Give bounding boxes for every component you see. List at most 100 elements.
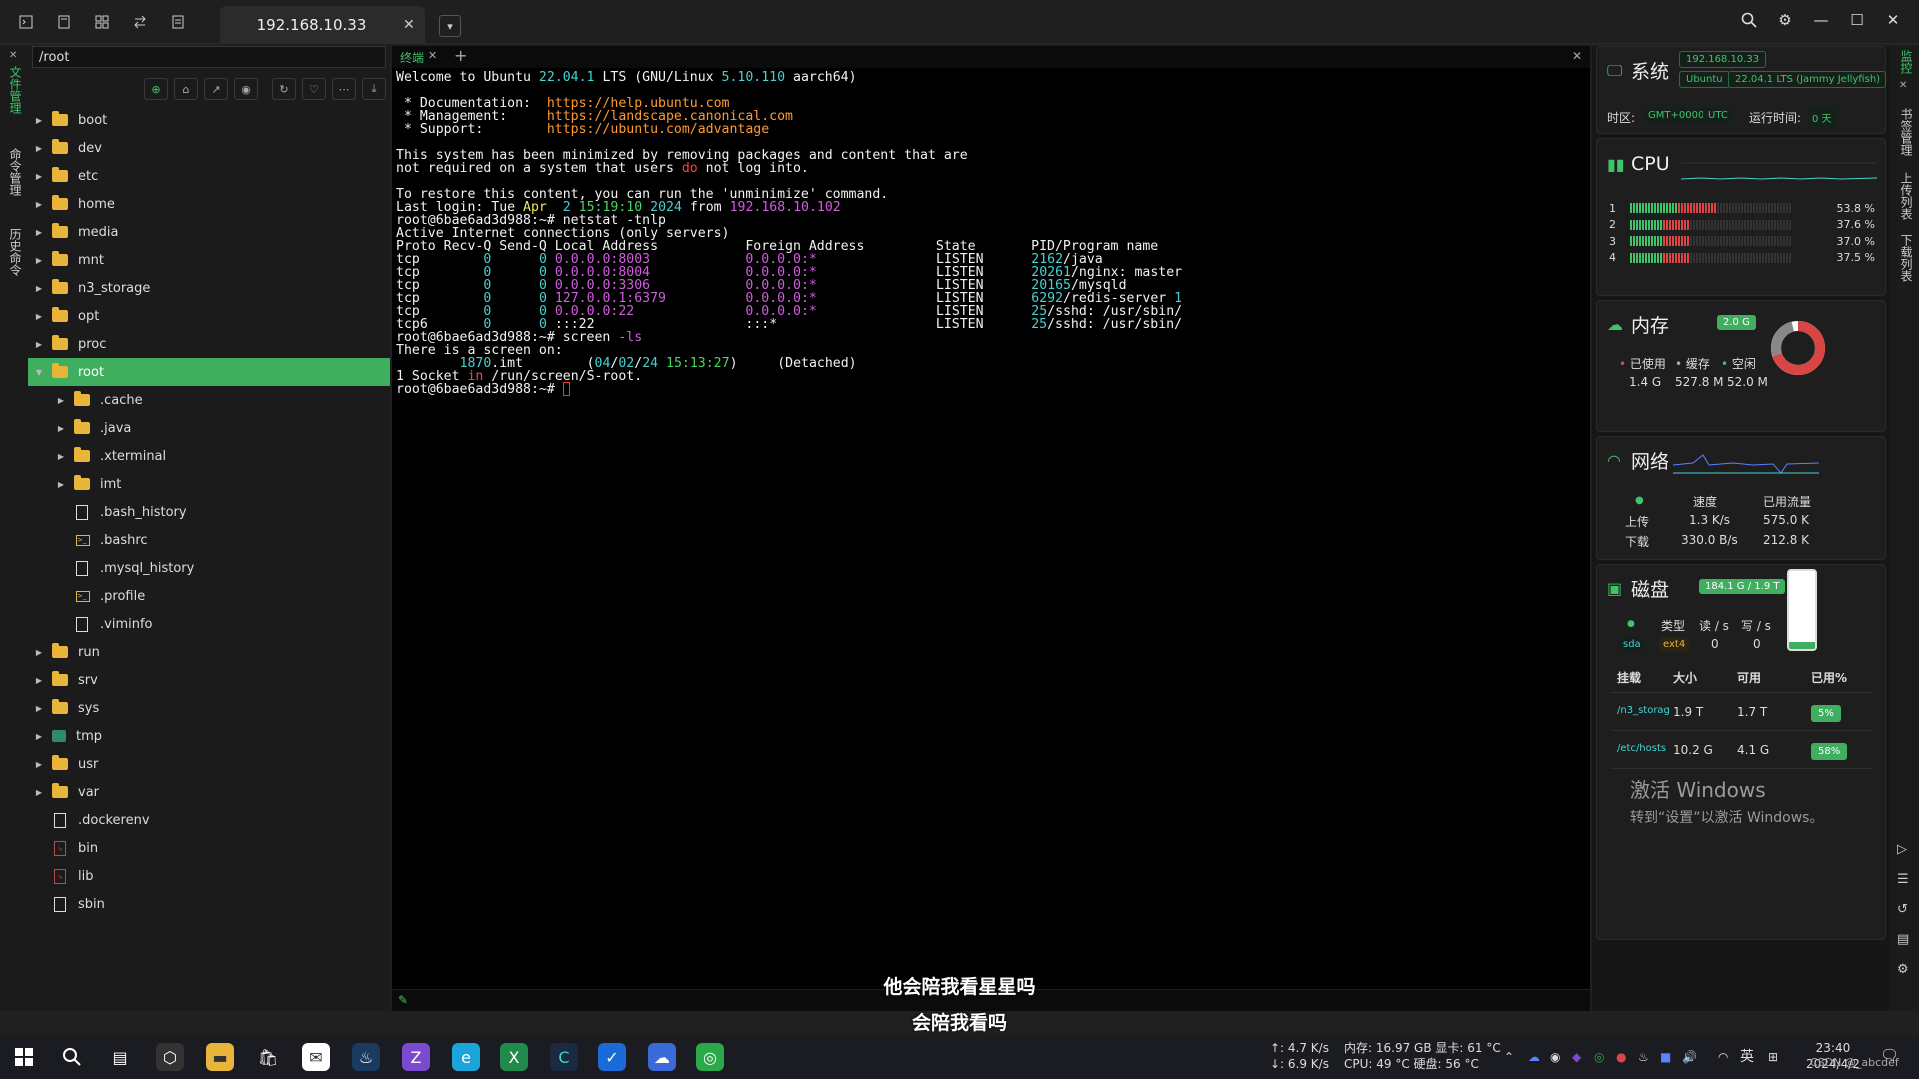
terminal-tab[interactable]: 终端 <box>400 49 424 66</box>
tree-item[interactable]: ▶ etc <box>28 162 390 190</box>
tree-item[interactable]: sbin <box>28 890 390 918</box>
tray-expand-icon[interactable]: ⌃ <box>1504 1049 1514 1065</box>
tab-history-commands[interactable]: 历史命令 <box>7 228 24 276</box>
tree-item[interactable]: ▶ srv <box>28 666 390 694</box>
terminal-icon[interactable] <box>18 14 34 30</box>
tray-z-icon[interactable]: ◆ <box>1572 1049 1581 1065</box>
tab-file-manager[interactable]: 文件管理 <box>7 66 24 114</box>
refresh-icon[interactable]: ↻ <box>272 78 296 100</box>
steam-icon[interactable]: ♨ <box>352 1043 380 1071</box>
mail-icon[interactable]: ✉ <box>302 1043 330 1071</box>
list-icon[interactable]: ☰ <box>1897 872 1909 887</box>
caret-down-icon[interactable]: ▼ <box>34 368 44 377</box>
tree-item[interactable]: ▶ usr <box>28 750 390 778</box>
grid-icon[interactable] <box>94 14 110 30</box>
session-tab[interactable]: 192.168.10.33 ✕ <box>220 6 425 44</box>
mount-path[interactable]: /n3_storage <box>1611 705 1673 719</box>
search-icon[interactable] <box>1741 12 1757 28</box>
tray-steam-icon[interactable]: ♨ <box>1638 1049 1649 1065</box>
tab-download-list[interactable]: 下载列表 <box>1898 234 1915 282</box>
store-icon[interactable]: 🛍 <box>254 1043 282 1071</box>
caret-right-icon[interactable]: ▶ <box>34 172 44 181</box>
caret-right-icon[interactable]: ▶ <box>34 256 44 265</box>
tree-item[interactable]: >_ .profile <box>28 582 390 610</box>
caret-right-icon[interactable]: ▶ <box>56 424 66 433</box>
history-icon[interactable]: ↺ <box>1897 902 1908 917</box>
transfer-icon[interactable] <box>132 14 148 30</box>
caret-right-icon[interactable]: ▶ <box>34 144 44 153</box>
close-icon[interactable]: ✕ <box>403 17 425 33</box>
file-icon[interactable] <box>56 14 72 30</box>
terminal-icon[interactable]: ▷ <box>1897 842 1907 857</box>
z-app-icon[interactable]: Z <box>402 1043 430 1071</box>
input-language[interactable]: 英 <box>1740 1049 1754 1065</box>
caret-right-icon[interactable]: ▶ <box>34 648 44 657</box>
excel-icon[interactable]: X <box>500 1043 528 1071</box>
tray-app-icon[interactable]: ◉ <box>1550 1049 1560 1065</box>
tree-item[interactable]: ▶ n3_storage <box>28 274 390 302</box>
close-window-icon[interactable]: ✕ <box>1885 11 1901 29</box>
home-icon[interactable]: ⌂ <box>174 78 198 100</box>
chevron-down-icon[interactable]: ▾ <box>439 15 461 37</box>
tree-item[interactable]: .viminfo <box>28 610 390 638</box>
list-icon[interactable] <box>170 14 186 30</box>
locate-icon[interactable]: ⊕ <box>144 78 168 100</box>
tree-item[interactable]: ▶ .xterminal <box>28 442 390 470</box>
tree-item[interactable]: ▶ home <box>28 190 390 218</box>
add-tab-icon[interactable]: + <box>454 46 467 65</box>
tree-item[interactable]: ▶ tmp <box>28 722 390 750</box>
tree-item[interactable]: .dockerenv <box>28 806 390 834</box>
tree-item[interactable]: >_ .bashrc <box>28 526 390 554</box>
path-input[interactable] <box>32 46 386 68</box>
caret-right-icon[interactable]: ▶ <box>34 284 44 293</box>
tree-item[interactable]: ▶ var <box>28 778 390 806</box>
upload-icon[interactable]: ⤓ <box>362 78 386 100</box>
caret-right-icon[interactable]: ▶ <box>34 704 44 713</box>
caret-right-icon[interactable]: ▶ <box>34 312 44 321</box>
tab-command-manager[interactable]: 命令管理 <box>7 148 24 196</box>
caret-right-icon[interactable]: ▶ <box>34 788 44 797</box>
search-icon[interactable] <box>58 1043 86 1071</box>
tray-wechat-icon[interactable]: ◎ <box>1594 1049 1604 1065</box>
caret-right-icon[interactable]: ▶ <box>34 228 44 237</box>
wifi-icon[interactable]: ◠ <box>1718 1049 1728 1065</box>
close-icon[interactable]: ✕ <box>428 49 437 62</box>
tree-item[interactable]: ⤷ lib <box>28 862 390 890</box>
tray-red-icon[interactable]: ● <box>1616 1049 1626 1065</box>
tree-item[interactable]: ▶ media <box>28 218 390 246</box>
task-view-icon[interactable]: ▤ <box>106 1043 134 1071</box>
edge-icon[interactable]: e <box>452 1043 480 1071</box>
tree-item[interactable]: ▼ root <box>28 358 390 386</box>
tree-item[interactable]: ▶ mnt <box>28 246 390 274</box>
close-panel-icon[interactable]: ✕ <box>9 50 17 61</box>
caret-right-icon[interactable]: ▶ <box>56 396 66 405</box>
tree-item[interactable]: ▶ boot <box>28 106 390 134</box>
caret-right-icon[interactable]: ▶ <box>34 676 44 685</box>
tree-item[interactable]: .mysql_history <box>28 554 390 582</box>
tree-item[interactable]: ▶ imt <box>28 470 390 498</box>
tab-bookmarks[interactable]: 书签管理 <box>1898 108 1915 156</box>
wechat-icon[interactable]: ◎ <box>696 1043 724 1071</box>
up-icon[interactable]: ↗ <box>204 78 228 100</box>
caret-right-icon[interactable]: ▶ <box>34 200 44 209</box>
tree-item[interactable]: ▶ proc <box>28 330 390 358</box>
remote-icon[interactable]: ☁ <box>648 1043 676 1071</box>
c-app-icon[interactable]: C <box>550 1043 578 1071</box>
gear-icon[interactable]: ⚙ <box>1777 11 1793 29</box>
tree-item[interactable]: ▶ opt <box>28 302 390 330</box>
tree-item[interactable]: ⤷ bin <box>28 834 390 862</box>
terminal-panel[interactable]: 终端 ✕ + ✕ Welcome to Ubuntu 22.04.1 LTS (… <box>392 46 1590 1011</box>
caret-right-icon[interactable]: ▶ <box>34 340 44 349</box>
save-icon[interactable]: ▤ <box>1897 932 1909 947</box>
caret-right-icon[interactable]: ▶ <box>34 732 44 741</box>
app-hex-icon[interactable]: ⬡ <box>156 1043 184 1071</box>
todo-icon[interactable]: ✓ <box>598 1043 626 1071</box>
caret-right-icon[interactable]: ▶ <box>56 452 66 461</box>
file-explorer-icon[interactable]: ▬ <box>206 1043 234 1071</box>
ip-badge[interactable]: 192.168.10.33 <box>1679 51 1767 68</box>
tree-item[interactable]: ▶ .java <box>28 414 390 442</box>
tree-item[interactable]: ▶ run <box>28 638 390 666</box>
caret-right-icon[interactable]: ▶ <box>34 116 44 125</box>
mount-path[interactable]: /etc/hosts <box>1611 743 1673 757</box>
tree-item[interactable]: .bash_history <box>28 498 390 526</box>
